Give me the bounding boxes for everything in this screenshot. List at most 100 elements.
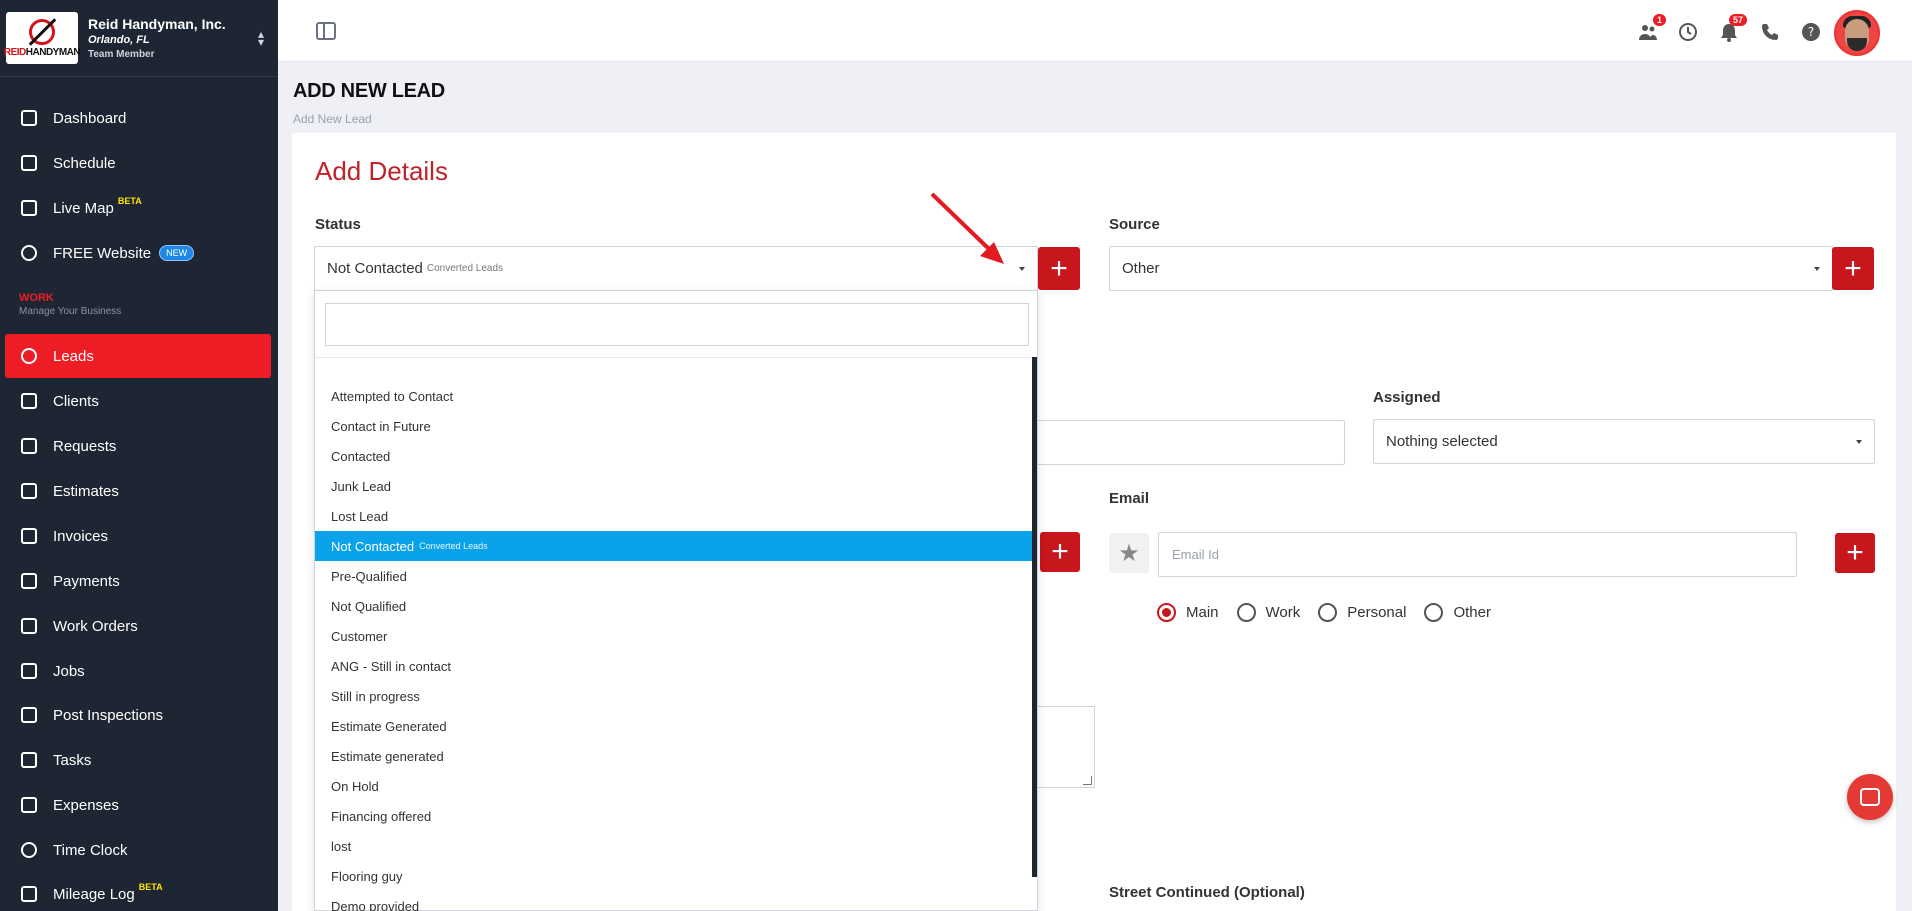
help-icon[interactable]: ? [1801,22,1821,42]
calculator-icon [19,481,39,501]
dropdown-option[interactable]: Demo provided [315,891,1033,911]
sidebar-item-free-website[interactable]: FREE Website NEW [5,231,271,275]
add-source-button[interactable]: + [1832,247,1874,290]
clock-icon[interactable] [1678,22,1698,42]
breadcrumb[interactable]: Add New Lead [293,112,372,126]
add-phone-button[interactable]: + [1040,532,1080,572]
wallet-icon [19,795,39,815]
mileage-icon [19,884,39,904]
company-role: Team Member [88,48,155,60]
sidebar-item-requests[interactable]: Requests [5,424,271,468]
add-status-button[interactable]: + [1038,247,1080,290]
sidebar-item-schedule[interactable]: Schedule [5,141,271,185]
dropdown-option[interactable]: Lost Lead [315,501,1033,531]
status-label: Status [315,216,361,233]
company-name: Reid Handyman, Inc. [88,16,226,33]
sidebar-toggle-icon[interactable] [316,22,336,40]
sidebar-item-dashboard[interactable]: Dashboard [5,96,271,140]
chevron-updown-icon[interactable]: ▴ ▾ [258,28,264,48]
dropdown-option[interactable]: Junk Lead [315,471,1033,501]
caret-down-icon [1019,267,1025,271]
chat-icon[interactable] [1847,774,1893,820]
star-icon[interactable]: ★ [1109,533,1149,573]
topbar: 1 57 ? [278,0,1912,62]
notes-textarea[interactable] [1030,706,1095,788]
dropdown-option[interactable]: Customer [315,621,1033,651]
dropdown-search-input[interactable] [325,303,1029,346]
sidebar-item-estimates[interactable]: Estimates [5,469,271,513]
dropdown-option[interactable]: ANG - Still in contact [315,651,1033,681]
email-label: Email [1109,490,1150,507]
radio-other[interactable]: Other [1424,603,1491,622]
dropdown-option[interactable]: lost [315,831,1033,861]
clock-icon [19,840,39,860]
dropdown-option[interactable]: Not Contacted Converted Leads [315,531,1033,561]
add-email-button[interactable]: + [1835,533,1875,573]
dropdown-option[interactable]: Still in progress [315,681,1033,711]
payments-icon [19,571,39,591]
dropdown-scrollbar[interactable] [1032,357,1037,877]
hidden-text-field[interactable] [1030,420,1345,465]
assigned-label: Assigned [1373,389,1441,406]
dropdown-option[interactable]: Estimate generated [315,741,1033,771]
source-select[interactable]: Other [1109,246,1833,291]
invoice-icon [19,526,39,546]
radio-main[interactable]: Main [1157,603,1219,622]
beta-label: BETA [117,196,142,206]
assigned-select[interactable]: Nothing selected [1373,419,1875,464]
inspection-icon [19,705,39,725]
caret-down-icon [1856,440,1862,444]
work-orders-icon [19,616,39,636]
sidebar-item-tasks[interactable]: Tasks [5,738,271,782]
sidebar-item-jobs[interactable]: Jobs [5,649,271,693]
sidebar-item-live-map[interactable]: Live Map BETA [5,186,271,230]
sidebar-item-invoices[interactable]: Invoices [5,514,271,558]
company-switcher[interactable]: REIDHANDYMAN Reid Handyman, Inc. Orlando… [0,0,278,77]
dropdown-option[interactable]: On Hold [315,771,1033,801]
sidebar-item-payments[interactable]: Payments [5,559,271,603]
sidebar-item-work-orders[interactable]: Work Orders [5,604,271,648]
logo-mark-icon [29,18,55,45]
company-location: Orlando, FL [88,34,150,47]
dropdown-option[interactable]: Financing offered [315,801,1033,831]
notification-badge: 57 [1728,14,1747,26]
sidebar-item-time-clock[interactable]: Time Clock [5,828,271,872]
svg-text:?: ? [1808,25,1814,39]
dropdown-option[interactable]: Contact in Future [315,411,1033,441]
dropdown-options: Attempted to Contact Contact in Future Con… [315,381,1033,911]
page-title: ADD NEW LEAD [293,80,445,102]
team-badge: 1 [1652,14,1666,26]
globe-icon [19,243,39,263]
section-work: WORK Manage Your Business [19,292,122,317]
dropdown-option[interactable]: Flooring guy [315,861,1033,891]
dropdown-option[interactable]: Not Qualified [315,591,1033,621]
dropdown-option[interactable]: Attempted to Contact [315,381,1033,411]
annotation-arrow-icon [930,192,1004,264]
sidebar-item-leads[interactable]: Leads [5,334,271,378]
beta-label: BETA [138,882,163,892]
bell-icon[interactable]: 57 [1719,14,1747,42]
sidebar-item-expenses[interactable]: Expenses [5,783,271,827]
dropdown-option[interactable]: Pre-Qualified [315,561,1033,591]
radio-personal[interactable]: Personal [1318,603,1406,622]
sidebar-item-mileage-log[interactable]: Mileage Log BETA [5,872,271,911]
status-dropdown: Attempted to Contact Contact in Future Con… [314,290,1038,911]
clipboard-icon [19,750,39,770]
new-badge: NEW [159,245,195,261]
calendar-icon [19,153,39,173]
email-field[interactable]: Email Id [1158,532,1797,577]
phone-icon[interactable] [1760,22,1780,42]
briefcase-icon [19,661,39,681]
sidebar-item-post-inspections[interactable]: Post Inspections [5,693,271,737]
source-label: Source [1109,216,1160,233]
sidebar-item-clients[interactable]: Clients [5,379,271,423]
requests-icon [19,436,39,456]
radio-work[interactable]: Work [1236,603,1300,622]
team-icon[interactable]: 1 [1638,14,1666,42]
leads-icon [19,346,39,366]
dropdown-option[interactable]: Estimate Generated [315,711,1033,741]
avatar[interactable] [1834,10,1880,56]
map-icon [19,198,39,218]
dropdown-option[interactable]: Contacted [315,441,1033,471]
street-continued-label: Street Continued (Optional) [1109,884,1305,901]
